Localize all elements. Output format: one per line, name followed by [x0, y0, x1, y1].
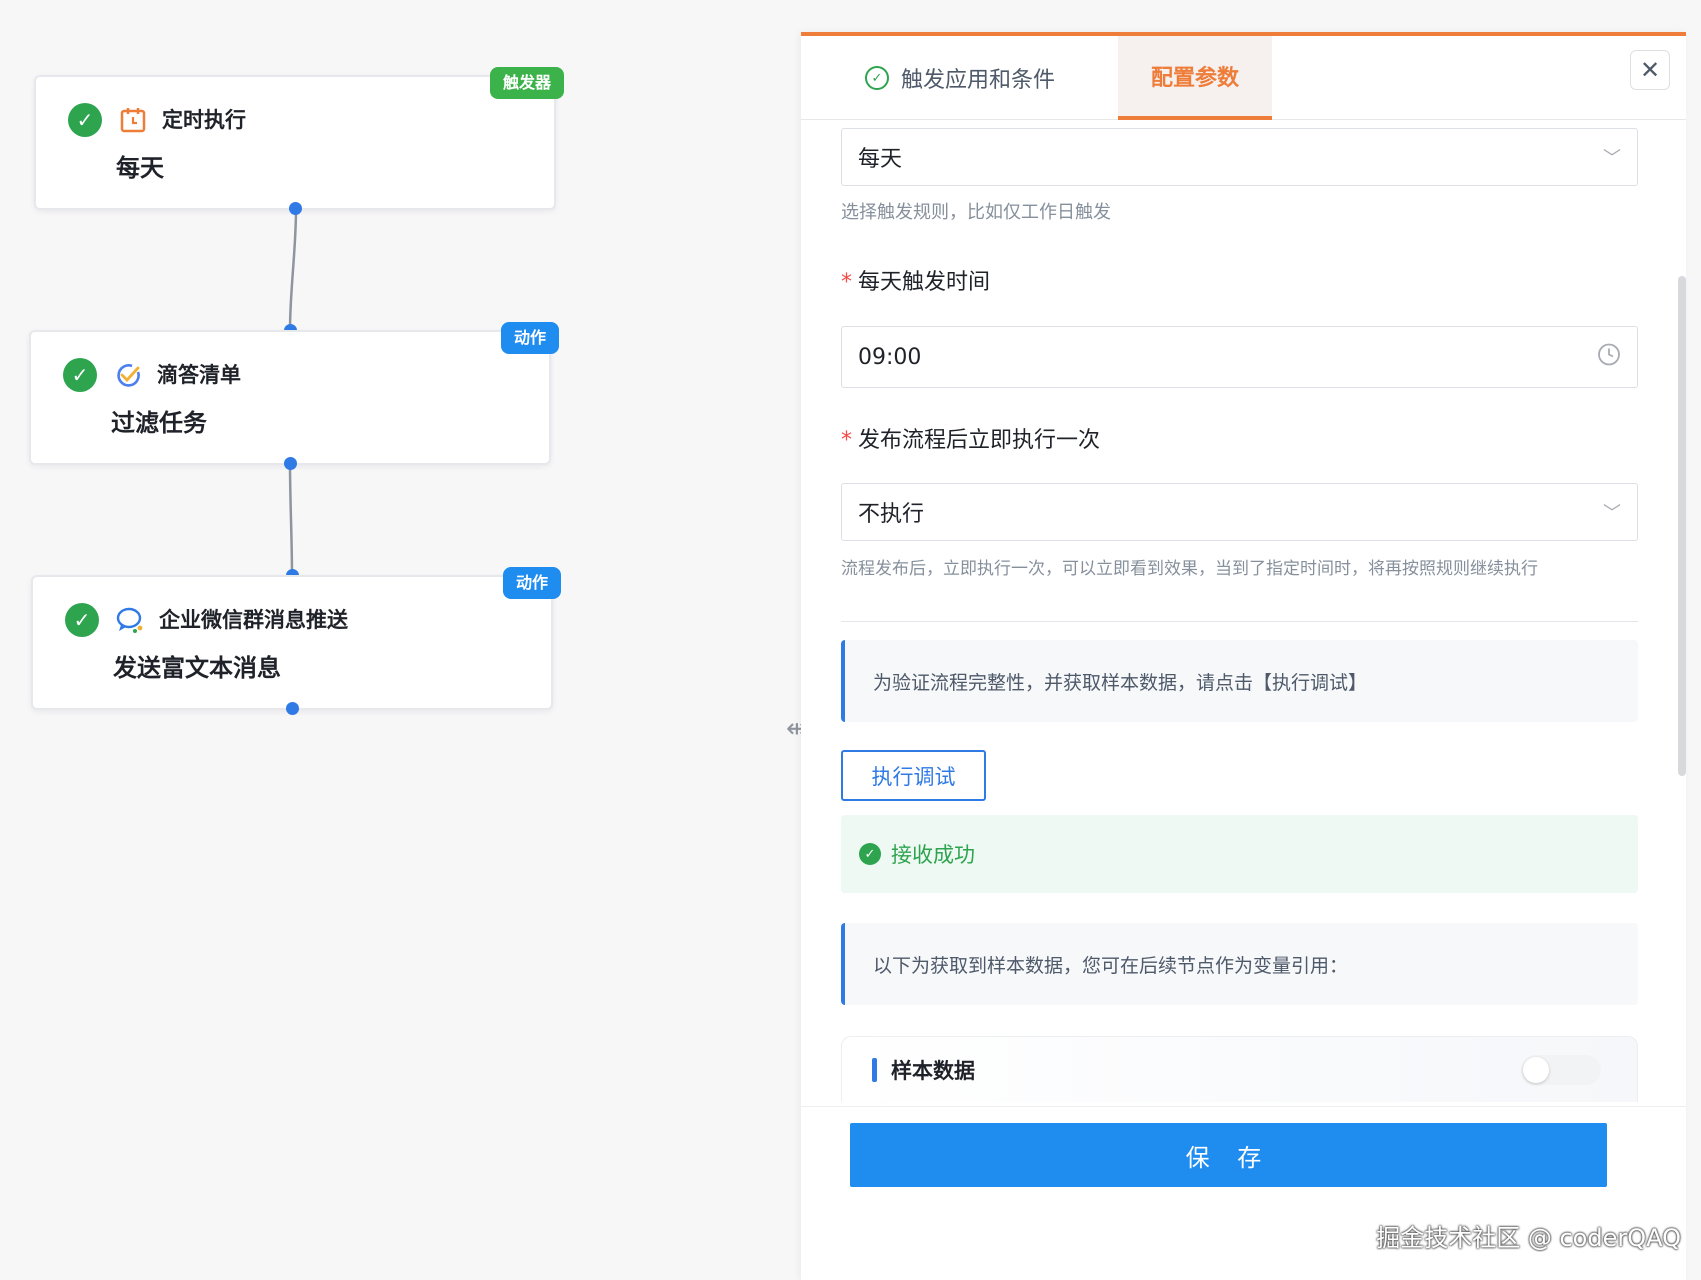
node-app-name: 定时执行: [162, 108, 246, 132]
select-value: 不执行: [858, 502, 925, 527]
tab-label: 触发应用和条件: [901, 68, 1056, 93]
config-panel: ✓ 触发应用和条件 配置参数 ✕ 每天 ﹀ 选择触发规则，比如仅工作日触发 * 每…: [801, 32, 1686, 1280]
time-value: 09:00: [858, 344, 922, 370]
edge-2: [288, 463, 294, 576]
daily-time-label: * 每天触发时间: [841, 270, 991, 295]
panel-scrollbar[interactable]: [1678, 276, 1686, 776]
tab-trigger-app[interactable]: ✓ 触发应用和条件: [865, 36, 1055, 120]
required-mark: *: [841, 428, 852, 453]
trigger-badge: 触发器: [489, 67, 564, 99]
sample-data-card: 样本数据: [841, 1036, 1638, 1102]
required-mark: *: [841, 270, 852, 295]
receive-success-banner: ✓ 接收成功: [841, 815, 1638, 893]
node-app-name: 滴答清单: [157, 363, 241, 387]
node-output-port[interactable]: [289, 202, 302, 215]
success-check-icon: ✓: [859, 843, 881, 865]
run-debug-button[interactable]: 执行调试: [841, 750, 986, 801]
toggle-knob: [1523, 1057, 1549, 1083]
save-button[interactable]: 保 存: [850, 1123, 1607, 1187]
tab-label: 配置参数: [1150, 66, 1239, 91]
done-check-icon: ✓: [63, 358, 97, 392]
checklist-icon: [113, 360, 143, 390]
clock-icon: [1597, 343, 1621, 372]
node-description: 过滤任务: [111, 409, 207, 437]
chat-bubble-icon: [115, 605, 145, 635]
done-check-icon: ✓: [68, 103, 102, 137]
sample-notice: 以下为获取到样本数据，您可在后续节点作为变量引用：: [841, 923, 1638, 1005]
run-once-hint: 流程发布后，立即执行一次，可以立即看到效果，当到了指定时间时，将再按照规则继续执…: [841, 559, 1538, 579]
sample-data-toggle[interactable]: [1521, 1055, 1601, 1085]
trigger-rule-hint: 选择触发规则，比如仅工作日触发: [841, 202, 1111, 223]
flow-node-dida[interactable]: ✓ 滴答清单 过滤任务 动作: [29, 322, 559, 465]
chevron-down-icon: ﹀: [1603, 148, 1621, 169]
node-output-port[interactable]: [284, 457, 297, 470]
flow-node-timer[interactable]: ✓ 定时执行 每天 触发器: [34, 67, 564, 210]
node-output-port[interactable]: [286, 702, 299, 715]
run-once-select[interactable]: 不执行 ﹀: [841, 483, 1638, 541]
trigger-rule-select[interactable]: 每天 ﹀: [841, 128, 1638, 186]
node-description: 每天: [116, 154, 164, 182]
run-once-label: * 发布流程后立即执行一次: [841, 428, 1101, 453]
action-badge: 动作: [502, 567, 561, 599]
flow-canvas[interactable]: ✓ 定时执行 每天 触发器 ✓ 滴答清单 过滤任务 动作 ✓ 企业微信群消息推送…: [0, 0, 808, 1280]
close-icon: ✕: [1639, 56, 1661, 84]
calendar-icon: [118, 105, 148, 135]
node-description: 发送富文本消息: [113, 654, 281, 682]
daily-time-input[interactable]: 09:00: [841, 326, 1638, 388]
node-app-name: 企业微信群消息推送: [159, 608, 348, 632]
debug-notice: 为验证流程完整性，并获取样本数据，请点击【执行调试】: [841, 640, 1638, 722]
close-button[interactable]: ✕: [1630, 50, 1670, 90]
done-check-icon: ✓: [65, 603, 99, 637]
edge-1: [288, 208, 298, 331]
flow-node-wecom[interactable]: ✓ 企业微信群消息推送 发送富文本消息 动作: [31, 567, 561, 710]
action-badge: 动作: [500, 322, 559, 354]
watermark: 掘金技术社区 @ coderQAQ: [1376, 1224, 1681, 1252]
panel-tabs: ✓ 触发应用和条件 配置参数 ✕: [801, 36, 1686, 120]
check-circle-icon: ✓: [865, 66, 889, 90]
section-divider: [841, 621, 1638, 622]
sample-data-title: 样本数据: [891, 1058, 975, 1083]
tab-config-params[interactable]: 配置参数: [1118, 36, 1272, 120]
success-text: 接收成功: [891, 843, 975, 867]
select-value: 每天: [858, 147, 903, 172]
chevron-down-icon: ﹀: [1603, 503, 1621, 524]
section-accent-bar: [872, 1057, 877, 1082]
